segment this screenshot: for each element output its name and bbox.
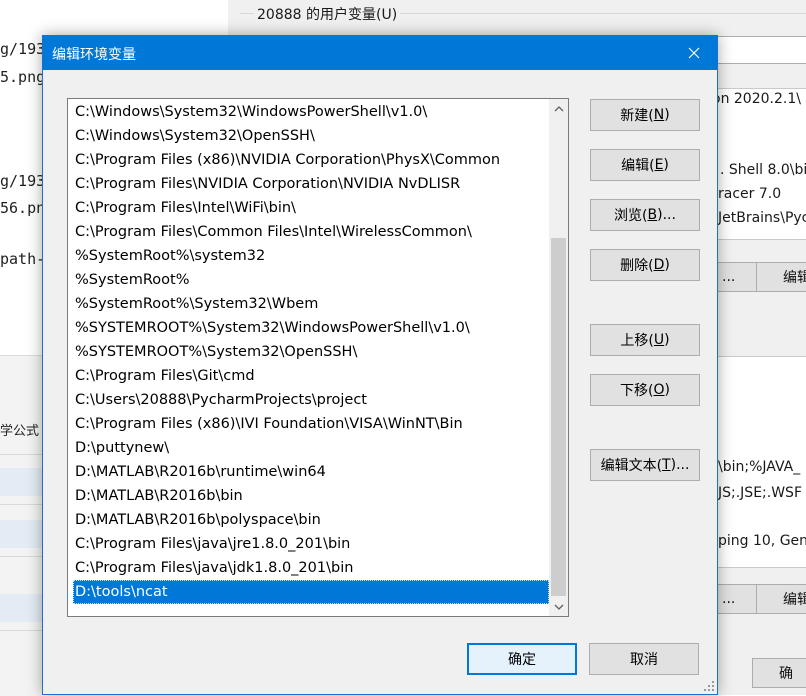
dialog-titlebar[interactable]: 编辑环境变量: [43, 36, 717, 70]
vertical-scrollbar[interactable]: [549, 99, 568, 616]
button-label: ): [664, 382, 670, 398]
path-entry[interactable]: %SYSTEMROOT%\System32\WindowsPowerShell\…: [73, 316, 549, 340]
button-label: 编辑(: [621, 158, 655, 174]
divider: [0, 630, 42, 631]
access-key: B: [647, 207, 658, 223]
access-key: E: [654, 157, 664, 173]
system-var-snippet: JS;.JSE;.WSF: [718, 485, 802, 501]
delete-button[interactable]: 删除(D): [590, 249, 700, 281]
path-entry[interactable]: C:\Windows\System32\WindowsPowerShell\v1…: [73, 100, 549, 124]
scroll-down-button[interactable]: [549, 597, 568, 616]
user-var-snippet: . Shell 8.0\bi: [720, 162, 806, 178]
user-var-snippet: JetBrains\Pyc: [718, 210, 806, 226]
button-label: ): [664, 107, 670, 123]
button-label: 下移(: [620, 383, 654, 399]
resize-grip-icon[interactable]: [703, 680, 715, 692]
close-icon: [688, 47, 700, 59]
button-label: 编辑文本(: [600, 458, 663, 474]
path-list[interactable]: C:\Windows\System32\WindowsPowerShell\v1…: [67, 98, 569, 617]
button-label: 浏览(: [614, 208, 648, 224]
edit-text-button[interactable]: 编辑文本(T)...: [590, 449, 700, 481]
chevron-down-icon: [554, 604, 563, 610]
system-var-snippet: ping 10, Gen: [718, 533, 806, 549]
user-var-snippet: on 2020.2.1\: [712, 91, 801, 107]
path-entry[interactable]: D:\tools\ncat: [73, 580, 549, 604]
parent-edit-button[interactable]: 编辑: [756, 584, 806, 614]
path-entry[interactable]: C:\Program Files (x86)\IVI Foundation\VI…: [73, 412, 549, 436]
path-entry[interactable]: %SystemRoot%: [73, 268, 549, 292]
background-terminal: g/193 5.png g/193 56.pn path-: [0, 0, 42, 355]
access-key: T: [662, 457, 671, 473]
background-stripe: [0, 468, 42, 496]
background-label: 学公式: [0, 424, 40, 439]
path-entry[interactable]: D:\MATLAB\R2016b\polyspace\bin: [73, 508, 549, 532]
edit-env-var-dialog: 编辑环境变量 C:\Windows\System32\WindowsPowerS…: [42, 35, 718, 695]
path-entry[interactable]: D:\MATLAB\R2016b\runtime\win64: [73, 460, 549, 484]
close-button[interactable]: [671, 36, 717, 70]
path-entry[interactable]: D:\MATLAB\R2016b\bin: [73, 484, 549, 508]
access-key: U: [653, 332, 665, 348]
browse-button[interactable]: 浏览(B)...: [590, 199, 700, 231]
terminal-line: 56.pn: [0, 199, 42, 217]
button-label: ): [664, 332, 670, 348]
background-left-panel: 学公式: [0, 355, 42, 696]
button-label: )...: [657, 207, 676, 223]
move-up-button[interactable]: 上移(U): [590, 324, 700, 356]
path-entry[interactable]: C:\Program Files\Common Files\Intel\Wire…: [73, 220, 549, 244]
button-label: 新建(: [620, 108, 654, 124]
path-entry[interactable]: %SYSTEMROOT%\System32\OpenSSH\: [73, 340, 549, 364]
button-label: ): [664, 257, 670, 273]
move-down-button[interactable]: 下移(O): [590, 374, 700, 406]
background-stripe: [0, 520, 42, 548]
parent-ok-button[interactable]: 确: [752, 658, 806, 688]
terminal-line: g/193: [0, 172, 42, 190]
path-entry[interactable]: D:\puttynew\: [73, 436, 549, 460]
divider: [0, 556, 42, 557]
path-entry[interactable]: C:\Program Files\java\jdk1.8.0_201\bin: [73, 556, 549, 580]
terminal-line: path-: [0, 250, 42, 268]
path-entry[interactable]: C:\Program Files\java\jre1.8.0_201\bin: [73, 532, 549, 556]
button-label: )...: [670, 457, 690, 473]
ok-button[interactable]: 确定: [467, 643, 577, 675]
path-entry[interactable]: C:\Program Files\Git\cmd: [73, 364, 549, 388]
button-label: 删除(: [620, 258, 654, 274]
scroll-up-button[interactable]: [549, 99, 568, 118]
user-vars-group-title: 20888 的用户变量(U): [254, 4, 401, 24]
access-key: D: [653, 257, 665, 273]
path-entry[interactable]: C:\Program Files (x86)\NVIDIA Corporatio…: [73, 148, 549, 172]
access-key: N: [653, 107, 665, 123]
path-entry[interactable]: C:\Windows\System32\OpenSSH\: [73, 124, 549, 148]
divider: [0, 454, 42, 455]
dialog-title: 编辑环境变量: [52, 47, 136, 63]
chevron-up-icon: [554, 105, 563, 111]
system-var-snippet: \bin;%JAVA_: [718, 459, 801, 475]
parent-edit-button[interactable]: 编辑: [756, 262, 806, 292]
path-entry[interactable]: %SystemRoot%\System32\Wbem: [73, 292, 549, 316]
terminal-line: g/193: [0, 40, 42, 58]
scrollbar-thumb[interactable]: [551, 238, 566, 596]
cancel-button[interactable]: 取消: [589, 643, 699, 675]
access-key: O: [653, 382, 665, 398]
edit-button[interactable]: 编辑(E): [590, 149, 700, 181]
path-entry[interactable]: C:\Users\20888\PycharmProjects\project: [73, 388, 549, 412]
divider: [0, 504, 42, 505]
button-label: 上移(: [620, 333, 654, 349]
path-entry[interactable]: C:\Program Files\Intel\WiFi\bin\: [73, 196, 549, 220]
background-stripe: [0, 594, 42, 622]
button-label: ): [663, 157, 669, 173]
new-button[interactable]: 新建(N): [590, 99, 700, 131]
path-entry[interactable]: %SystemRoot%\system32: [73, 244, 549, 268]
terminal-line: 5.png: [0, 68, 42, 86]
path-entry[interactable]: C:\Program Files\NVIDIA Corporation\NVID…: [73, 172, 549, 196]
user-var-snippet: racer 7.0: [718, 186, 782, 202]
